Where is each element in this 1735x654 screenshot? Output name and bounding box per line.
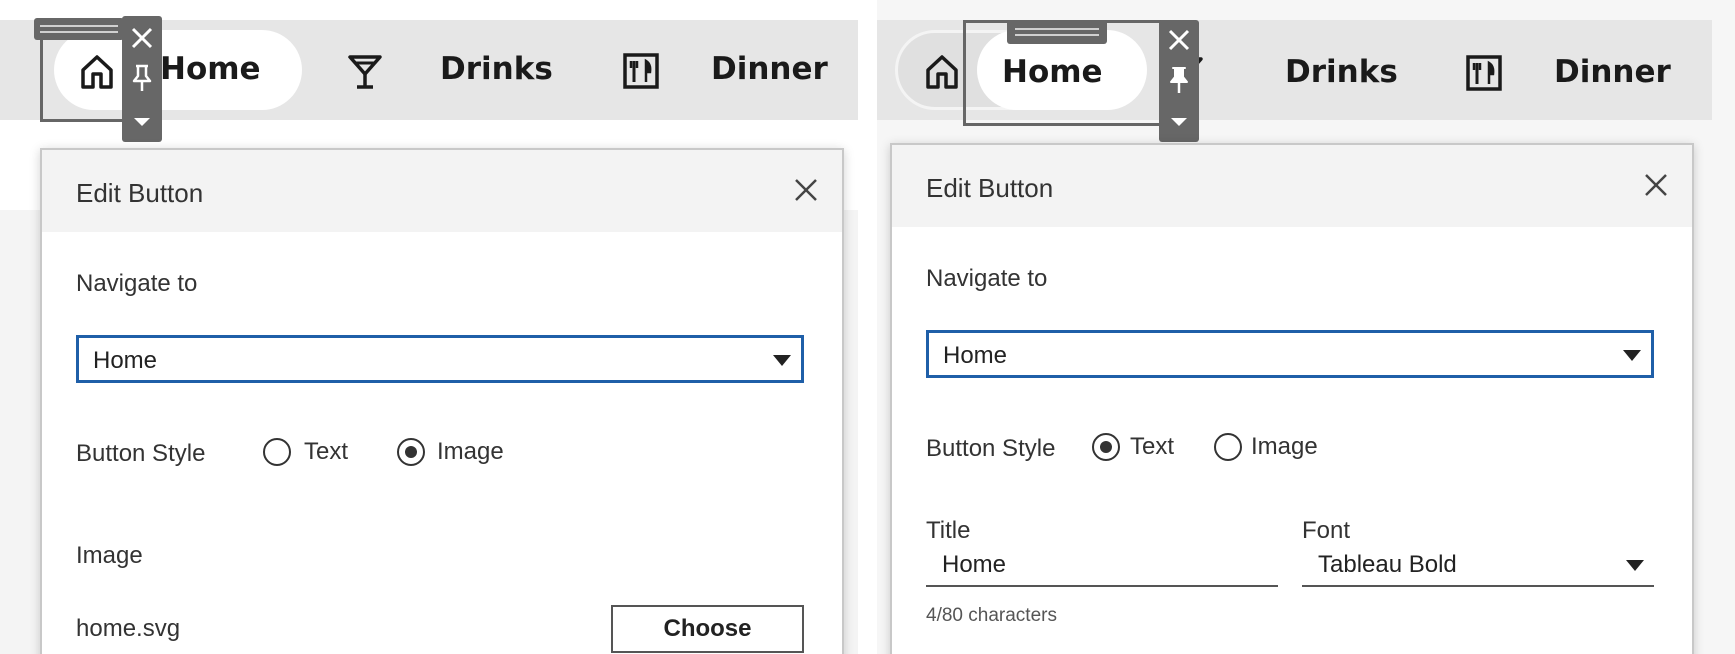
pin-button[interactable] (122, 62, 162, 94)
style-image-radio[interactable] (397, 438, 425, 466)
object-toolbar (122, 16, 162, 142)
button-style-label: Button Style (76, 440, 206, 467)
close-icon (131, 27, 153, 49)
nav-dinner-label[interactable]: Dinner (1554, 54, 1671, 90)
style-image-label[interactable]: Image (1251, 433, 1318, 461)
title-input[interactable]: Home (926, 545, 1278, 587)
title-input-value: Home (942, 551, 1007, 578)
navigate-to-value: Home (93, 347, 158, 374)
chevron-down-icon (773, 355, 791, 366)
style-text-radio[interactable] (263, 438, 291, 466)
left-panel: Home Drinks Dinner Edit Button Navigate … (0, 0, 858, 654)
pin-icon (1170, 67, 1188, 93)
image-filename: home.svg (76, 615, 181, 642)
nav-drinks-label[interactable]: Drinks (1285, 54, 1398, 90)
navigate-to-value: Home (943, 342, 1008, 369)
object-toolbar (1159, 20, 1199, 142)
home-icon (926, 55, 958, 89)
drag-handle-icon (40, 25, 118, 33)
navigate-to-select[interactable]: Home (76, 335, 804, 383)
character-count: 4/80 characters (926, 605, 1057, 626)
nav-dinner-label[interactable]: Dinner (711, 51, 828, 87)
drag-handle[interactable] (1007, 20, 1107, 44)
drag-handle-icon (1015, 28, 1099, 36)
style-image-label[interactable]: Image (437, 438, 504, 466)
more-options-button[interactable] (122, 106, 162, 138)
dropdown-arrow-icon (1171, 118, 1187, 126)
close-icon[interactable] (1640, 169, 1672, 201)
font-select-value: Tableau Bold (1318, 551, 1457, 578)
navigate-to-select[interactable]: Home (926, 330, 1654, 378)
nav-drinks-label[interactable]: Drinks (440, 51, 553, 87)
style-text-radio[interactable] (1092, 433, 1120, 461)
pin-button[interactable] (1159, 64, 1199, 96)
chevron-down-icon (1626, 560, 1644, 571)
edit-button-dialog: Edit Button Navigate to Home Button Styl… (40, 148, 844, 654)
dialog-header: Edit Button (892, 145, 1692, 227)
style-text-label[interactable]: Text (304, 438, 348, 466)
dialog-title: Edit Button (926, 173, 1054, 203)
drag-handle[interactable] (34, 18, 124, 40)
font-label: Font (1302, 517, 1351, 544)
close-icon[interactable] (790, 174, 822, 206)
dropdown-arrow-icon (134, 118, 150, 126)
choose-image-button[interactable]: Choose (611, 605, 804, 653)
style-image-radio[interactable] (1214, 433, 1242, 461)
font-select[interactable]: Tableau Bold (1302, 545, 1654, 587)
more-options-button[interactable] (1159, 106, 1199, 138)
navigate-to-label: Navigate to (926, 265, 1048, 292)
dialog-header: Edit Button (42, 150, 842, 232)
dinner-icon[interactable] (622, 52, 660, 90)
image-label: Image (76, 542, 143, 569)
right-panel: Home Drinks Dinner Edit Button Navigate … (877, 0, 1735, 654)
edit-button-dialog: Edit Button Navigate to Home Button Styl… (890, 143, 1694, 654)
style-text-label[interactable]: Text (1130, 433, 1174, 461)
remove-button[interactable] (1159, 24, 1199, 56)
close-icon (1168, 29, 1190, 51)
dialog-title: Edit Button (76, 178, 204, 208)
nav-home-label: Home (160, 51, 261, 87)
remove-button[interactable] (122, 22, 162, 54)
dinner-icon[interactable] (1465, 54, 1503, 92)
pin-icon (132, 64, 152, 91)
martini-icon[interactable] (346, 52, 384, 90)
radio-selected-dot (1100, 441, 1112, 453)
chevron-down-icon (1623, 350, 1641, 361)
title-label: Title (926, 517, 971, 544)
button-style-label: Button Style (926, 435, 1056, 462)
radio-selected-dot (405, 446, 417, 458)
navigate-to-label: Navigate to (76, 270, 198, 297)
